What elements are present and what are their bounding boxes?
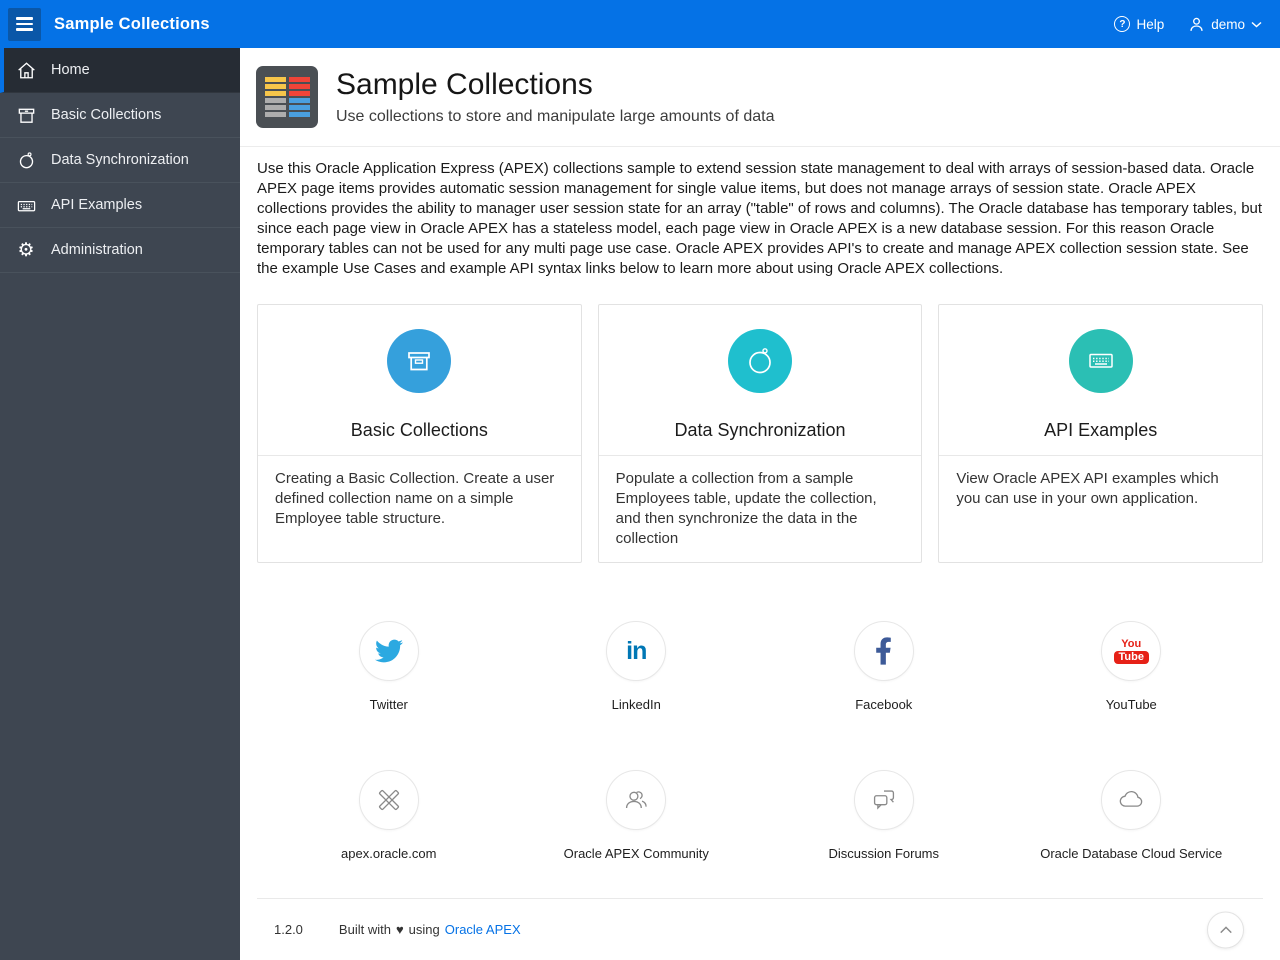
chevron-up-icon [1219, 925, 1232, 933]
card-description: Creating a Basic Collection. Create a us… [275, 470, 555, 527]
keyboard-icon [1068, 329, 1133, 393]
app-title: Sample Collections [54, 14, 210, 33]
link-linkedin[interactable]: in LinkedIn [513, 621, 761, 712]
help-menu[interactable]: ? Help [1114, 16, 1164, 32]
hamburger-menu-button[interactable] [8, 7, 41, 41]
link-label: Twitter [369, 697, 408, 712]
design-tools-icon [358, 770, 419, 830]
user-name: demo [1211, 16, 1245, 32]
cards-row: Basic Collections Creating a Basic Colle… [257, 304, 1264, 563]
sidebar-item-label: Basic Collections [51, 107, 162, 123]
link-apex-oracle-com[interactable]: apex.oracle.com [265, 770, 513, 861]
gear-icon: ⚙ [17, 239, 35, 261]
built-with-text: Built with ♥ using Oracle APEX [338, 922, 521, 937]
page-subtitle: Use collections to store and manipulate … [336, 108, 775, 126]
link-label: Facebook [855, 697, 913, 712]
oracle-apex-link[interactable]: Oracle APEX [445, 922, 521, 937]
card-description: Populate a collection from a sample Empl… [615, 470, 877, 547]
link-label: Discussion Forums [828, 846, 940, 861]
timer-icon [14, 150, 38, 171]
card-data-synchronization[interactable]: Data Synchronization Populate a collecti… [597, 304, 923, 563]
archive-box-icon [14, 105, 38, 126]
link-discussion-forums[interactable]: Discussion Forums [760, 770, 1008, 861]
sidebar-item-label: Home [51, 62, 90, 78]
heart-icon: ♥ [395, 922, 404, 937]
help-icon: ? [1114, 16, 1131, 32]
scroll-to-top-button[interactable] [1207, 911, 1244, 948]
app-logo-icon [256, 66, 318, 128]
card-title: Basic Collections [350, 420, 488, 440]
footer: 1.2.0 Built with ♥ using Oracle APEX [257, 898, 1263, 960]
sidebar-item-home[interactable]: Home [0, 48, 240, 93]
card-basic-collections[interactable]: Basic Collections Creating a Basic Colle… [257, 304, 582, 563]
card-api-examples[interactable]: API Examples View Oracle APEX API exampl… [938, 304, 1264, 563]
page-header: Sample Collections Use collections to st… [240, 48, 1280, 147]
hamburger-icon [16, 17, 33, 20]
keyboard-icon [14, 195, 38, 216]
intro-text: Use this Oracle Application Express (APE… [257, 160, 1263, 277]
sidebar-item-administration[interactable]: ⚙ Administration [0, 228, 240, 273]
sidebar-item-data-synchronization[interactable]: Data Synchronization [0, 138, 240, 183]
main-content: Sample Collections Use collections to st… [240, 48, 1280, 960]
youtube-icon: You Tube [1101, 621, 1162, 681]
twitter-icon [358, 621, 419, 681]
home-icon [14, 60, 38, 81]
link-youtube[interactable]: You Tube YouTube [1008, 621, 1256, 712]
social-links-row: Twitter in LinkedIn Facebook You Tube Yo… [265, 621, 1255, 712]
topbar-actions: ? Help demo [1114, 16, 1262, 33]
card-title: API Examples [1044, 420, 1158, 440]
page-title: Sample Collections [336, 67, 593, 101]
app-version: 1.2.0 [274, 922, 303, 937]
link-facebook[interactable]: Facebook [760, 621, 1008, 712]
link-label: apex.oracle.com [341, 846, 437, 861]
help-label: Help [1136, 16, 1165, 32]
facebook-icon [853, 621, 914, 681]
sidebar: Home Basic Collections Data Synchronizat… [0, 48, 240, 960]
sidebar-item-label: Administration [51, 242, 143, 258]
chevron-down-icon [1251, 21, 1262, 28]
cloud-icon [1101, 770, 1162, 830]
linkedin-icon: in [606, 621, 667, 681]
content-body: Use this Oracle Application Express (APE… [240, 147, 1280, 960]
link-label: Oracle APEX Community [563, 846, 709, 861]
page-header-text: Sample Collections Use collections to st… [336, 68, 774, 127]
chat-bubbles-icon [853, 770, 914, 830]
card-description: View Oracle APEX API examples which you … [956, 470, 1219, 507]
link-label: LinkedIn [611, 697, 661, 712]
timer-icon [728, 329, 792, 393]
resource-links-row: apex.oracle.com Oracle APEX Community Di… [265, 770, 1255, 861]
sidebar-item-label: Data Synchronization [51, 152, 189, 168]
sidebar-item-api-examples[interactable]: API Examples [0, 183, 240, 228]
people-icon [606, 770, 667, 830]
link-database-cloud-service[interactable]: Oracle Database Cloud Service [1008, 770, 1256, 861]
topbar: Sample Collections ? Help demo [0, 0, 1280, 48]
link-twitter[interactable]: Twitter [265, 621, 513, 712]
link-apex-community[interactable]: Oracle APEX Community [513, 770, 761, 861]
user-icon [1190, 17, 1203, 31]
box-icon [387, 329, 452, 393]
user-menu[interactable]: demo [1188, 16, 1262, 33]
link-label: Oracle Database Cloud Service [1040, 846, 1223, 861]
sidebar-item-basic-collections[interactable]: Basic Collections [0, 93, 240, 138]
card-title: Data Synchronization [674, 420, 846, 440]
link-label: YouTube [1105, 697, 1157, 712]
sidebar-item-label: API Examples [51, 197, 143, 213]
